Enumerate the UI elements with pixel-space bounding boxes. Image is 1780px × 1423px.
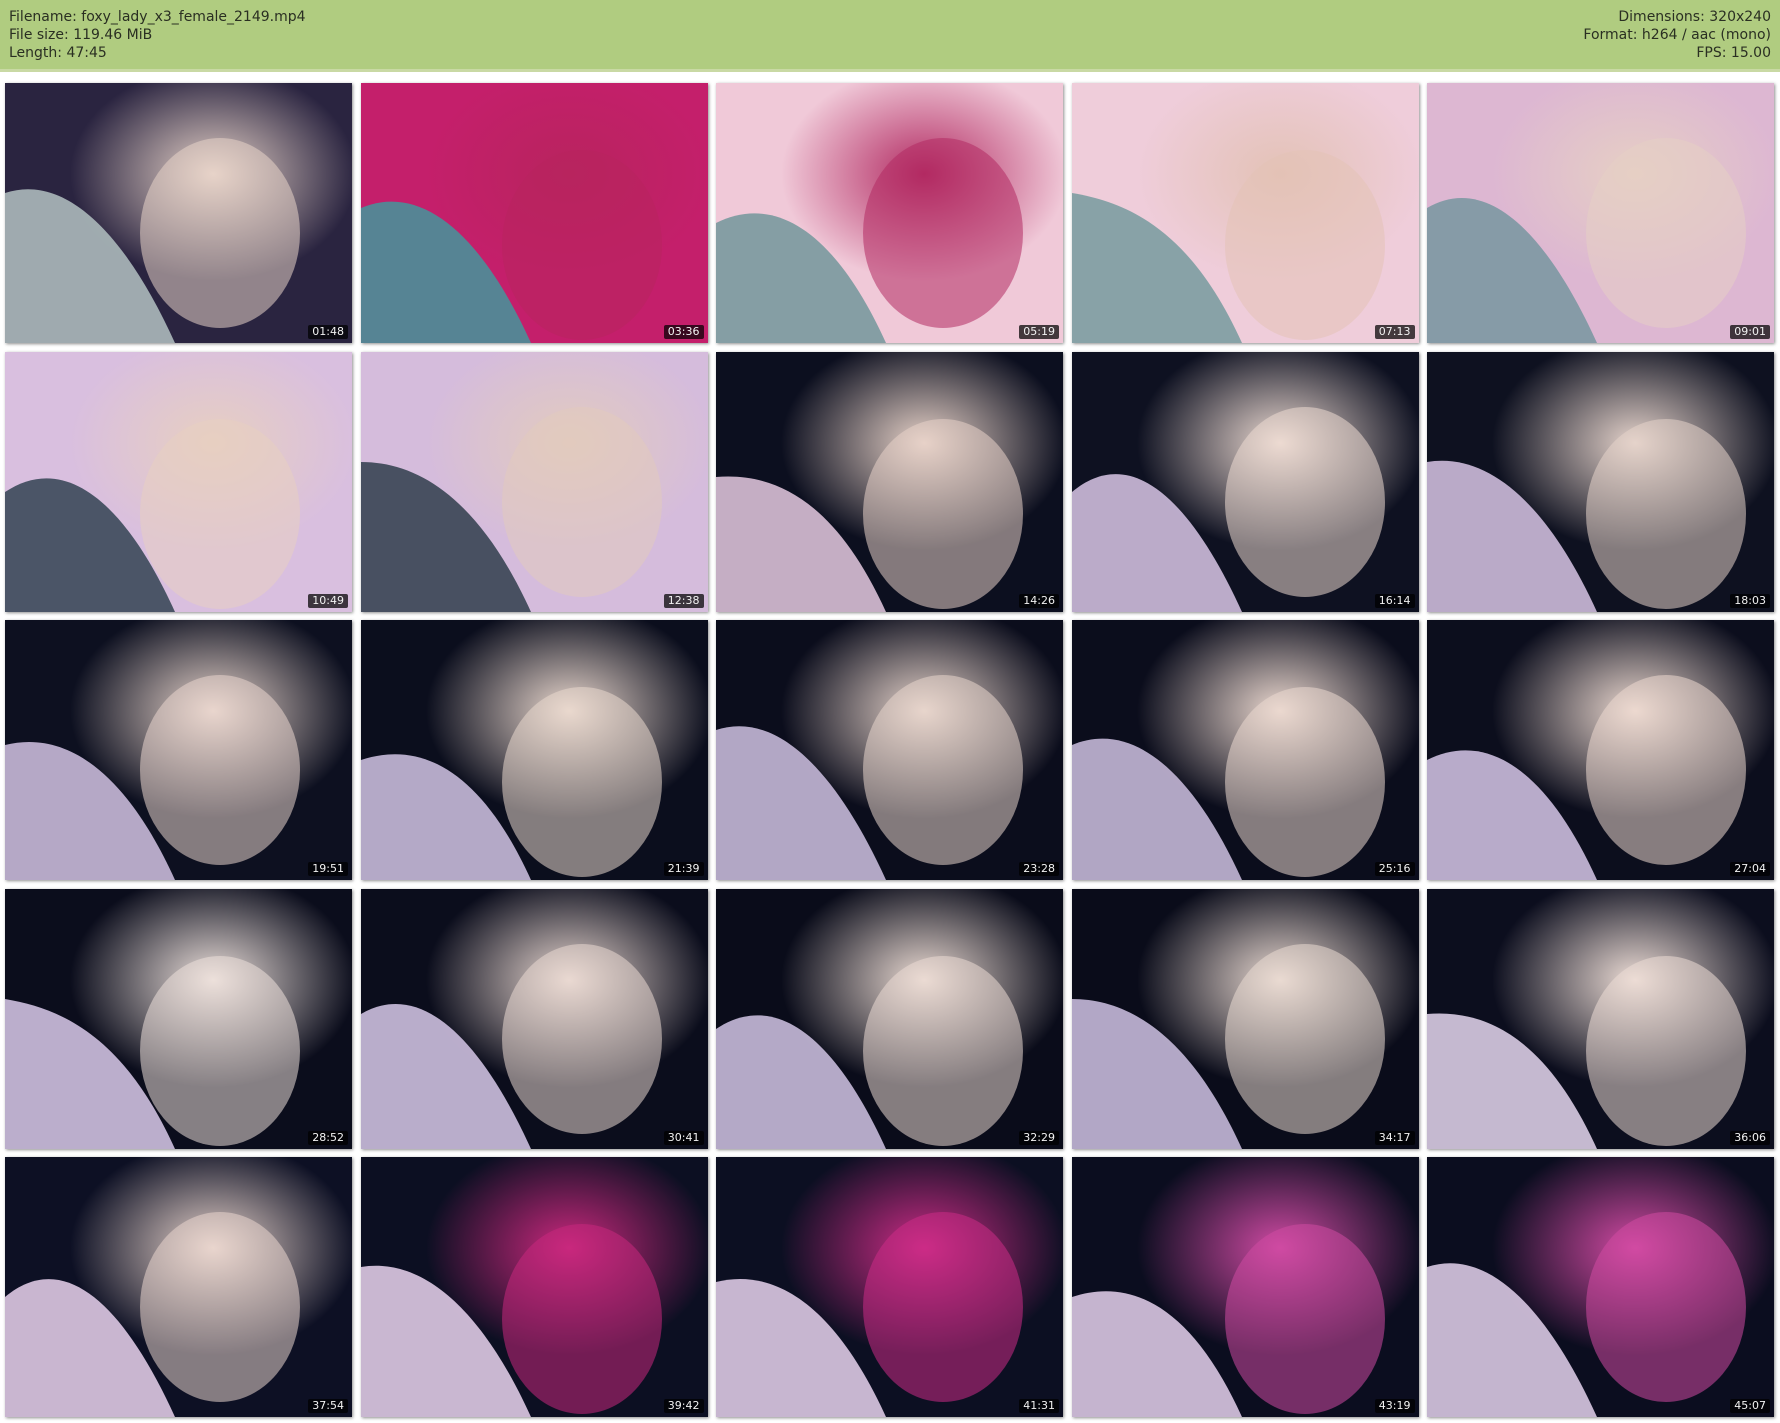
thumbnail-frame-art (5, 888, 352, 1149)
thumbnail-frame-art (1071, 888, 1419, 1149)
filename-label: Filename: foxy_lady_x3_female_2149.mp4 (9, 9, 306, 25)
thumbnail-frame-art (716, 620, 1063, 880)
video-thumbnail[interactable]: 21:39 (360, 620, 708, 880)
thumbnail-frame-art (716, 83, 1063, 343)
thumbnail-frame-art (360, 83, 708, 343)
thumbnail-timestamp: 28:52 (308, 1130, 348, 1145)
thumbnail-timestamp: 27:04 (1730, 862, 1770, 876)
thumbnail-timestamp: 43:19 (1374, 1399, 1415, 1413)
thumbnail-frame-art (5, 1157, 352, 1417)
thumbnail-frame-art (1071, 1157, 1419, 1417)
length-label: Length: 47:45 (9, 45, 107, 61)
thumbnail-frame-art (1427, 351, 1774, 612)
thumbnail-timestamp: 16:14 (1374, 593, 1415, 608)
thumbnail-frame-art (1427, 83, 1774, 343)
video-thumbnail[interactable]: 09:01 (1427, 83, 1774, 343)
thumbnail-frame-art (5, 620, 352, 880)
thumbnail-timestamp: 25:16 (1374, 862, 1415, 876)
thumbnail-timestamp: 12:38 (663, 593, 704, 608)
video-thumbnail[interactable]: 23:28 (716, 620, 1063, 880)
video-thumbnail[interactable]: 07:13 (1071, 83, 1419, 343)
thumbnail-frame-art (360, 620, 708, 880)
thumbnail-frame-art (1427, 888, 1774, 1149)
dimensions-label: Dimensions: 320x240 (1618, 9, 1771, 25)
thumbnail-frame-art (360, 1157, 708, 1417)
filesize-label: File size: 119.46 MiB (9, 27, 153, 43)
info-header: Filename: foxy_lady_x3_female_2149.mp4 F… (0, 0, 1780, 72)
thumbnail-timestamp: 14:26 (1019, 593, 1059, 608)
thumbnail-frame-art (1071, 620, 1419, 880)
thumbnail-timestamp: 37:54 (308, 1399, 348, 1413)
thumbnail-timestamp: 32:29 (1019, 1130, 1059, 1145)
video-thumbnail[interactable]: 41:31 (716, 1157, 1063, 1417)
video-thumbnail[interactable]: 28:52 (5, 888, 352, 1149)
file-info: Filename: foxy_lady_x3_female_2149.mp4 F… (9, 8, 306, 62)
thumbnail-timestamp: 36:06 (1730, 1130, 1770, 1145)
video-thumbnail[interactable]: 32:29 (716, 888, 1063, 1149)
thumbnail-timestamp: 07:13 (1374, 325, 1415, 339)
video-thumbnail[interactable]: 10:49 (5, 351, 352, 612)
thumbnail-timestamp: 39:42 (663, 1399, 704, 1413)
thumbnail-grid: 01:48 03:36 05:19 07:13 09:01 10:49 12:38 14:26… (5, 83, 1774, 1417)
video-thumbnail[interactable]: 25:16 (1071, 620, 1419, 880)
thumbnail-frame-art (360, 888, 708, 1149)
video-thumbnail[interactable]: 14:26 (716, 351, 1063, 612)
video-thumbnail[interactable]: 01:48 (5, 83, 352, 343)
thumbnail-timestamp: 21:39 (663, 862, 704, 876)
video-thumbnail[interactable]: 16:14 (1071, 351, 1419, 612)
video-thumbnail[interactable]: 18:03 (1427, 351, 1774, 612)
thumbnail-timestamp: 30:41 (663, 1130, 704, 1145)
video-thumbnail[interactable]: 03:36 (360, 83, 708, 343)
video-thumbnail[interactable]: 30:41 (360, 888, 708, 1149)
video-thumbnail[interactable]: 36:06 (1427, 888, 1774, 1149)
thumbnail-frame-art (5, 83, 352, 343)
thumbnail-timestamp: 05:19 (1019, 325, 1059, 339)
fps-label: FPS: 15.00 (1696, 45, 1771, 61)
thumbnail-timestamp: 19:51 (308, 862, 348, 876)
thumbnail-frame-art (360, 351, 708, 612)
thumbnail-frame-art (1071, 351, 1419, 612)
thumbnail-frame-art (1427, 1157, 1774, 1417)
thumbnail-timestamp: 03:36 (663, 325, 704, 339)
video-thumbnail[interactable]: 45:07 (1427, 1157, 1774, 1417)
thumbnail-frame-art (716, 351, 1063, 612)
video-thumbnail[interactable]: 37:54 (5, 1157, 352, 1417)
video-thumbnail[interactable]: 43:19 (1071, 1157, 1419, 1417)
video-thumbnail[interactable]: 34:17 (1071, 888, 1419, 1149)
thumbnail-timestamp: 09:01 (1730, 325, 1770, 339)
video-thumbnail[interactable]: 19:51 (5, 620, 352, 880)
thumbnail-timestamp: 41:31 (1019, 1399, 1059, 1413)
thumbnail-timestamp: 01:48 (308, 325, 348, 339)
thumbnail-frame-art (1071, 83, 1419, 343)
thumbnail-frame-art (1427, 620, 1774, 880)
thumbnail-frame-art (716, 888, 1063, 1149)
thumbnail-timestamp: 34:17 (1374, 1130, 1415, 1145)
stream-info: Dimensions: 320x240 Format: h264 / aac (… (1583, 8, 1771, 62)
video-thumbnail[interactable]: 05:19 (716, 83, 1063, 343)
video-thumbnail[interactable]: 27:04 (1427, 620, 1774, 880)
video-thumbnail[interactable]: 12:38 (360, 351, 708, 612)
thumbnail-timestamp: 10:49 (308, 593, 348, 608)
thumbnail-frame-art (716, 1157, 1063, 1417)
thumbnail-frame-art (5, 351, 352, 612)
thumbnail-timestamp: 18:03 (1730, 593, 1770, 608)
video-thumbnail[interactable]: 39:42 (360, 1157, 708, 1417)
thumbnail-timestamp: 23:28 (1019, 862, 1059, 876)
thumbnail-timestamp: 45:07 (1730, 1399, 1770, 1413)
format-label: Format: h264 / aac (mono) (1583, 27, 1771, 43)
